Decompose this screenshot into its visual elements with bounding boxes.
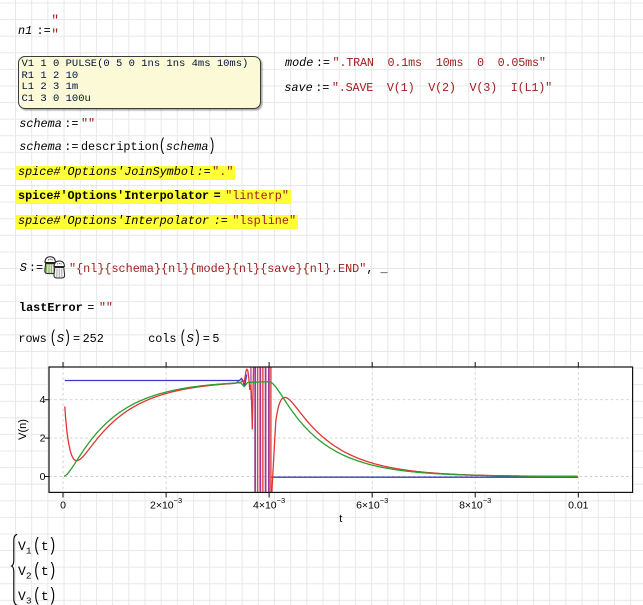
svg-text:0.01: 0.01 xyxy=(568,500,589,512)
svg-text:2: 2 xyxy=(40,433,46,445)
svg-text:V(n): V(n) xyxy=(17,419,29,440)
svg-text:4×10−3: 4×10−3 xyxy=(253,496,285,512)
svg-text:0: 0 xyxy=(60,500,66,512)
svg-text:6×10−3: 6×10−3 xyxy=(356,496,388,512)
svg-text:2×10−3: 2×10−3 xyxy=(150,496,182,512)
svg-text:4: 4 xyxy=(40,394,46,406)
svg-text:8×10−3: 8×10−3 xyxy=(459,496,491,512)
svg-text:t: t xyxy=(339,513,342,525)
svg-text:0: 0 xyxy=(40,471,46,483)
